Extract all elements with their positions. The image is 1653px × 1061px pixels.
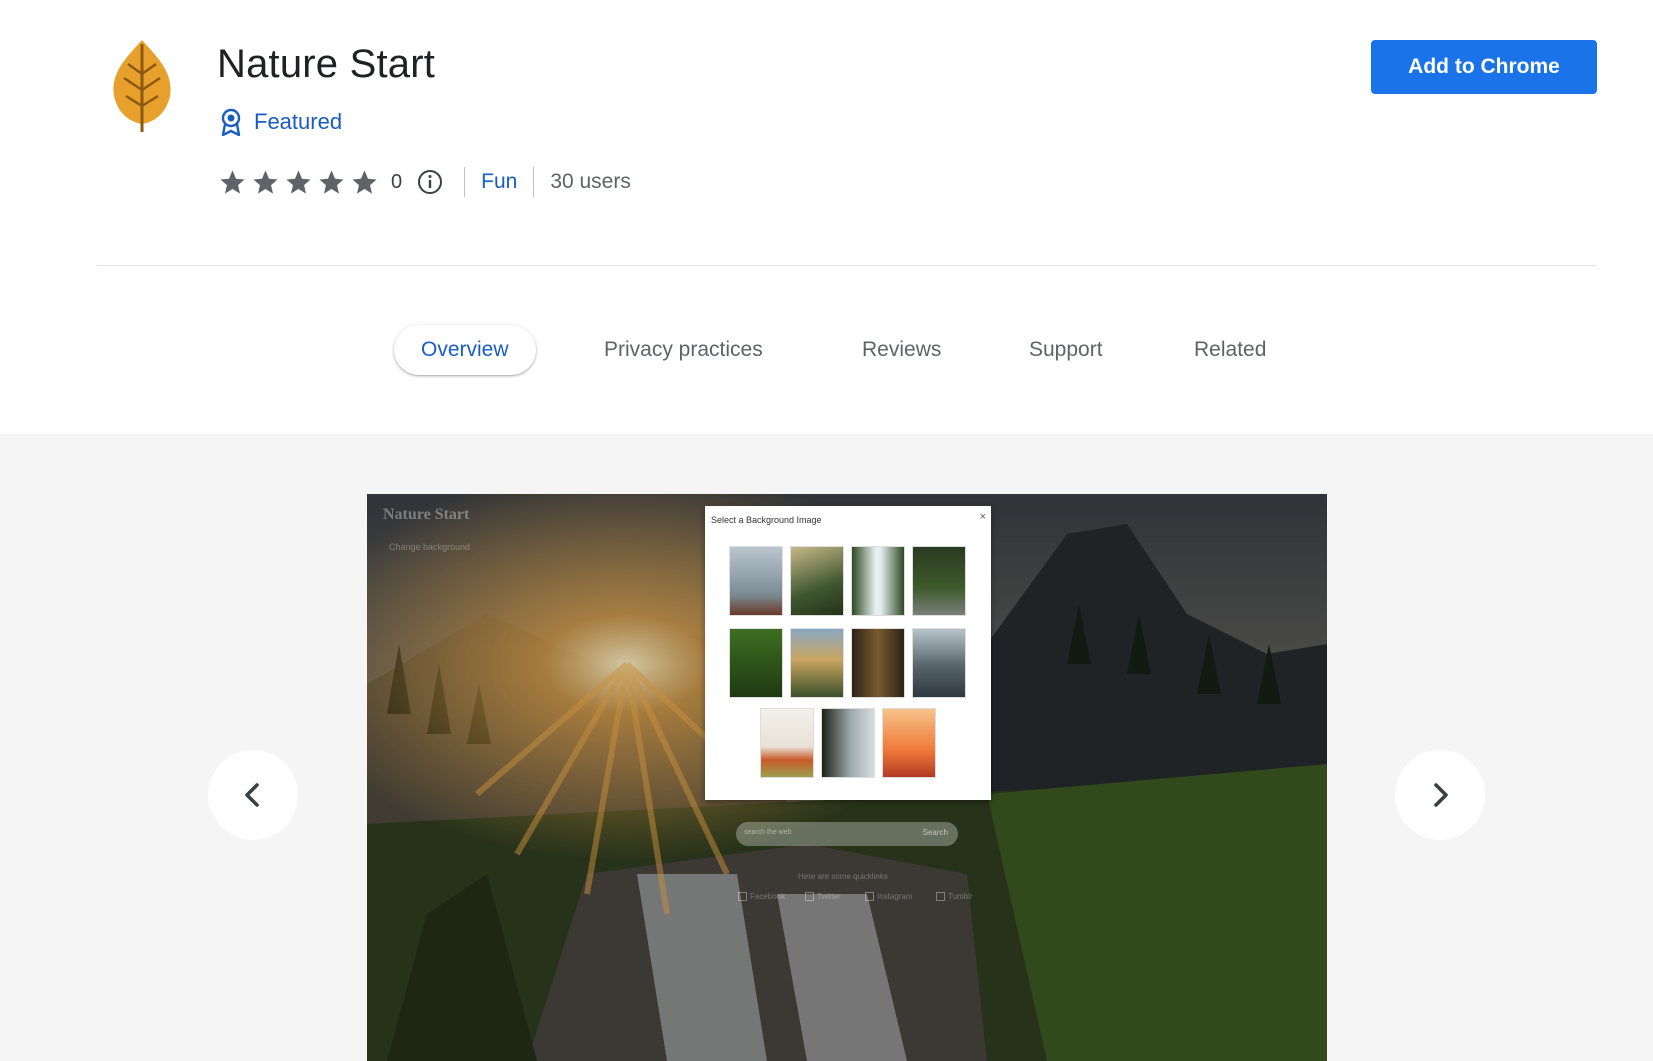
award-ribbon-icon — [221, 108, 241, 136]
thumbnail-image[interactable] — [851, 628, 905, 698]
facebook-icon — [738, 892, 747, 901]
screenshot-social-link: Facebook — [738, 892, 785, 901]
featured-badge[interactable]: Featured — [218, 108, 342, 136]
star-rating — [218, 168, 379, 197]
tab-bar: Overview Privacy practices Reviews Suppo… — [0, 325, 1653, 375]
thumbnail-image[interactable] — [912, 546, 966, 616]
star-icon — [352, 169, 377, 194]
thumbnail-image[interactable] — [851, 546, 905, 616]
screenshot-search-placeholder: search the web — [744, 829, 792, 836]
screenshot-search-button: Search — [922, 828, 948, 837]
meta-divider — [533, 167, 535, 197]
thumbnail-image[interactable] — [790, 628, 844, 698]
tab-support[interactable]: Support — [1029, 325, 1103, 375]
social-label: Instagram — [877, 892, 913, 901]
thumbnail-image[interactable] — [882, 708, 936, 778]
user-count: 30 users — [550, 170, 631, 193]
screenshot-social-link: Instagram — [865, 892, 913, 901]
twitter-icon — [805, 892, 814, 901]
tab-overview[interactable]: Overview — [394, 325, 536, 375]
screenshot-brand: Nature Start — [383, 506, 470, 523]
screenshot-gallery: Nature Start Change background Select a … — [0, 434, 1653, 1061]
dialog-close-icon[interactable]: × — [980, 511, 986, 523]
tab-related[interactable]: Related — [1194, 325, 1266, 375]
star-icon — [253, 169, 278, 194]
tab-privacy-practices[interactable]: Privacy practices — [604, 325, 763, 375]
screenshot-social-link: Tumblr — [936, 892, 973, 901]
screenshot-social-link: Twitter — [805, 892, 841, 901]
leaf-logo-icon — [113, 40, 171, 132]
screenshot-search-bar: search the web Search — [736, 822, 958, 846]
add-to-chrome-button[interactable]: Add to Chrome — [1371, 40, 1597, 94]
star-icon — [286, 169, 311, 194]
thumbnail-image[interactable] — [729, 628, 783, 698]
screenshot-quicklinks-label: Here are some quicklinks — [798, 872, 888, 881]
thumbnail-image[interactable] — [790, 546, 844, 616]
thumbnail-image[interactable] — [912, 628, 966, 698]
thumbnail-image[interactable] — [760, 708, 814, 778]
background-picker-dialog: Select a Background Image × — [705, 506, 991, 800]
star-icon — [319, 169, 344, 194]
thumbnail-image[interactable] — [821, 708, 875, 778]
category-link[interactable]: Fun — [481, 170, 517, 194]
instagram-icon — [865, 892, 874, 901]
thumbnail-image[interactable] — [729, 546, 783, 616]
meta-divider — [464, 167, 466, 197]
rating-count: 0 — [391, 170, 403, 193]
tab-reviews[interactable]: Reviews — [862, 325, 941, 375]
dialog-title: Select a Background Image — [711, 515, 822, 525]
featured-label: Featured — [254, 109, 343, 134]
info-icon[interactable] — [416, 168, 444, 196]
next-screenshot-button[interactable] — [1395, 750, 1485, 840]
header-divider — [97, 265, 1597, 266]
social-label: Twitter — [817, 892, 841, 901]
tumblr-icon — [936, 892, 945, 901]
social-label: Facebook — [750, 892, 786, 901]
meta-row: 0 Fun 30 users — [218, 166, 631, 198]
screenshot-image[interactable]: Nature Start Change background Select a … — [367, 494, 1327, 1061]
previous-screenshot-button[interactable] — [208, 750, 298, 840]
chevron-right-icon — [1434, 783, 1448, 807]
extension-detail-page: Nature Start Featured 0 Fun 30 users Add… — [0, 0, 1653, 1061]
extension-title: Nature Start — [217, 42, 436, 86]
screenshot-subtitle: Change background — [389, 542, 471, 552]
social-label: Tumblr — [948, 892, 973, 901]
star-icon — [220, 169, 245, 194]
chevron-left-icon — [245, 783, 259, 807]
